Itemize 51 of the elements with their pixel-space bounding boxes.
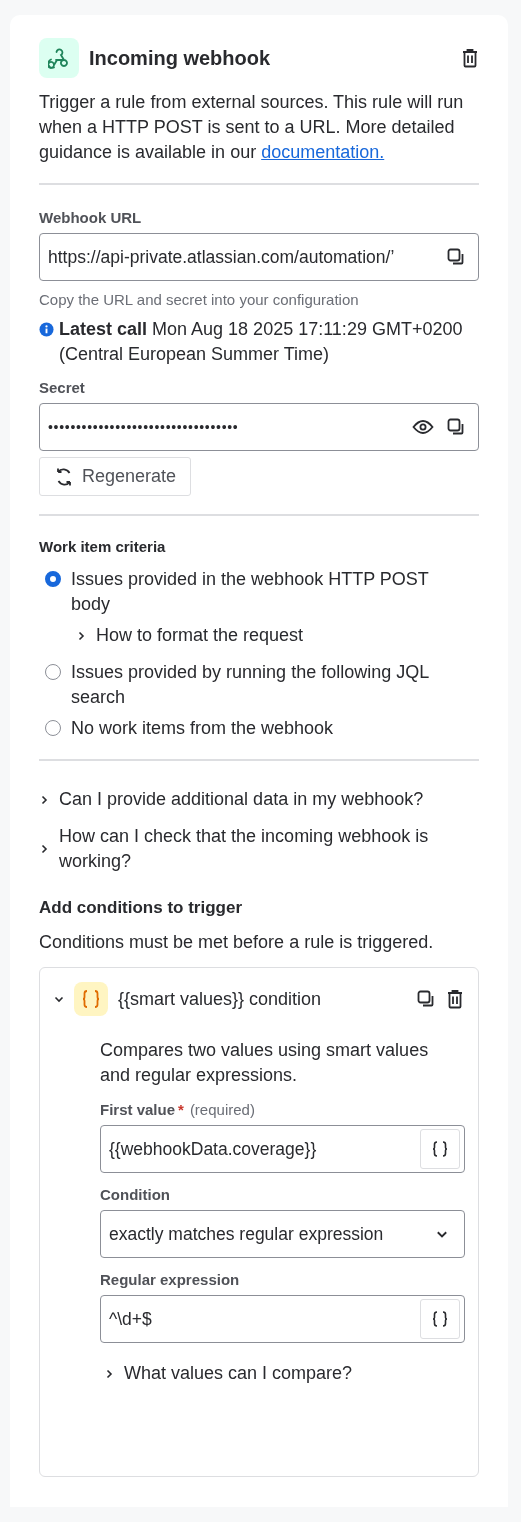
chevron-right-icon xyxy=(76,630,86,641)
refresh-icon xyxy=(54,466,74,487)
condition-title: {{smart values}} condition xyxy=(118,988,323,1010)
chevron-right-icon xyxy=(39,844,49,854)
documentation-link[interactable]: documentation. xyxy=(261,142,385,162)
regenerate-button[interactable]: Regenerate xyxy=(39,457,192,496)
chevron-right-icon xyxy=(104,1368,114,1379)
section-title: Work item criteria xyxy=(39,538,167,555)
chevron-down-icon xyxy=(54,994,64,1004)
faq-toggle[interactable]: How can I check that the incoming webhook is working? xyxy=(39,824,479,874)
smart-value-button[interactable] xyxy=(420,1299,460,1339)
field-label: Webhook URL xyxy=(39,209,143,226)
field-label: Condition xyxy=(100,1186,170,1203)
info-icon xyxy=(39,322,54,337)
eye-icon[interactable] xyxy=(412,419,434,435)
condition-description: Compares two values using smart values and regular expressions. xyxy=(100,1039,430,1087)
smart-value-button[interactable] xyxy=(420,1129,460,1169)
delete-icon[interactable] xyxy=(446,989,464,1009)
field-label: Regular expression xyxy=(100,1271,240,1288)
braces-icon xyxy=(74,982,108,1016)
faq-toggle[interactable]: Can I provide additional data in my webhook? xyxy=(39,787,479,812)
required-note: (required) xyxy=(189,1101,255,1118)
field-label: First value xyxy=(100,1101,176,1118)
section-description: Conditions must be met before a rule is triggered. xyxy=(39,932,435,953)
delete-icon[interactable] xyxy=(461,48,479,68)
field-label: Secret xyxy=(39,379,86,396)
radio-label: Issues provided in the webhook HTTP POST body xyxy=(71,568,430,616)
webhook-url-field[interactable]: https://api-private.atlassian.com/automation/’ xyxy=(39,233,479,281)
chevron-right-icon xyxy=(39,794,49,805)
helper-text: Copy the URL and secret into your configuration xyxy=(39,291,360,308)
radio-label: No work items from the webhook xyxy=(71,717,335,740)
radio-button[interactable] xyxy=(45,571,61,587)
condition-dropdown[interactable]: exactly matches regular expression xyxy=(100,1210,465,1258)
latest-call-text: Latest call Mon Aug 18 2025 17:11:29 GMT+0200 (Central European Summer Time) xyxy=(59,318,464,366)
smart-value-field[interactable]: {{webhookData.coverage}} xyxy=(100,1125,465,1173)
description-text: Trigger a rule from external sources. This rule will run when a HTTP POST is sent to a URL. More detailed guidance is available in our documentation. xyxy=(39,91,465,164)
secret-field[interactable]: •••••••••••••••••••••••••••••••••• xyxy=(39,403,479,451)
expander-toggle[interactable]: How to format the request xyxy=(76,623,304,648)
copy-icon[interactable] xyxy=(446,247,466,267)
braces-icon xyxy=(431,1140,449,1158)
help-toggle[interactable]: What values can I compare? xyxy=(104,1361,353,1386)
webhook-icon xyxy=(39,38,79,78)
required-mark: * xyxy=(178,1101,184,1118)
panel-title: Incoming webhook xyxy=(89,46,272,70)
copy-icon[interactable] xyxy=(446,417,466,437)
braces-icon xyxy=(431,1310,449,1328)
smart-value-field[interactable]: ^\d+$ xyxy=(100,1295,465,1343)
section-title: Add conditions to trigger xyxy=(39,898,244,918)
radio-label: Issues provided by running the following JQL search xyxy=(71,661,430,709)
copy-icon[interactable] xyxy=(416,989,436,1009)
collapse-toggle[interactable] xyxy=(54,994,64,1004)
